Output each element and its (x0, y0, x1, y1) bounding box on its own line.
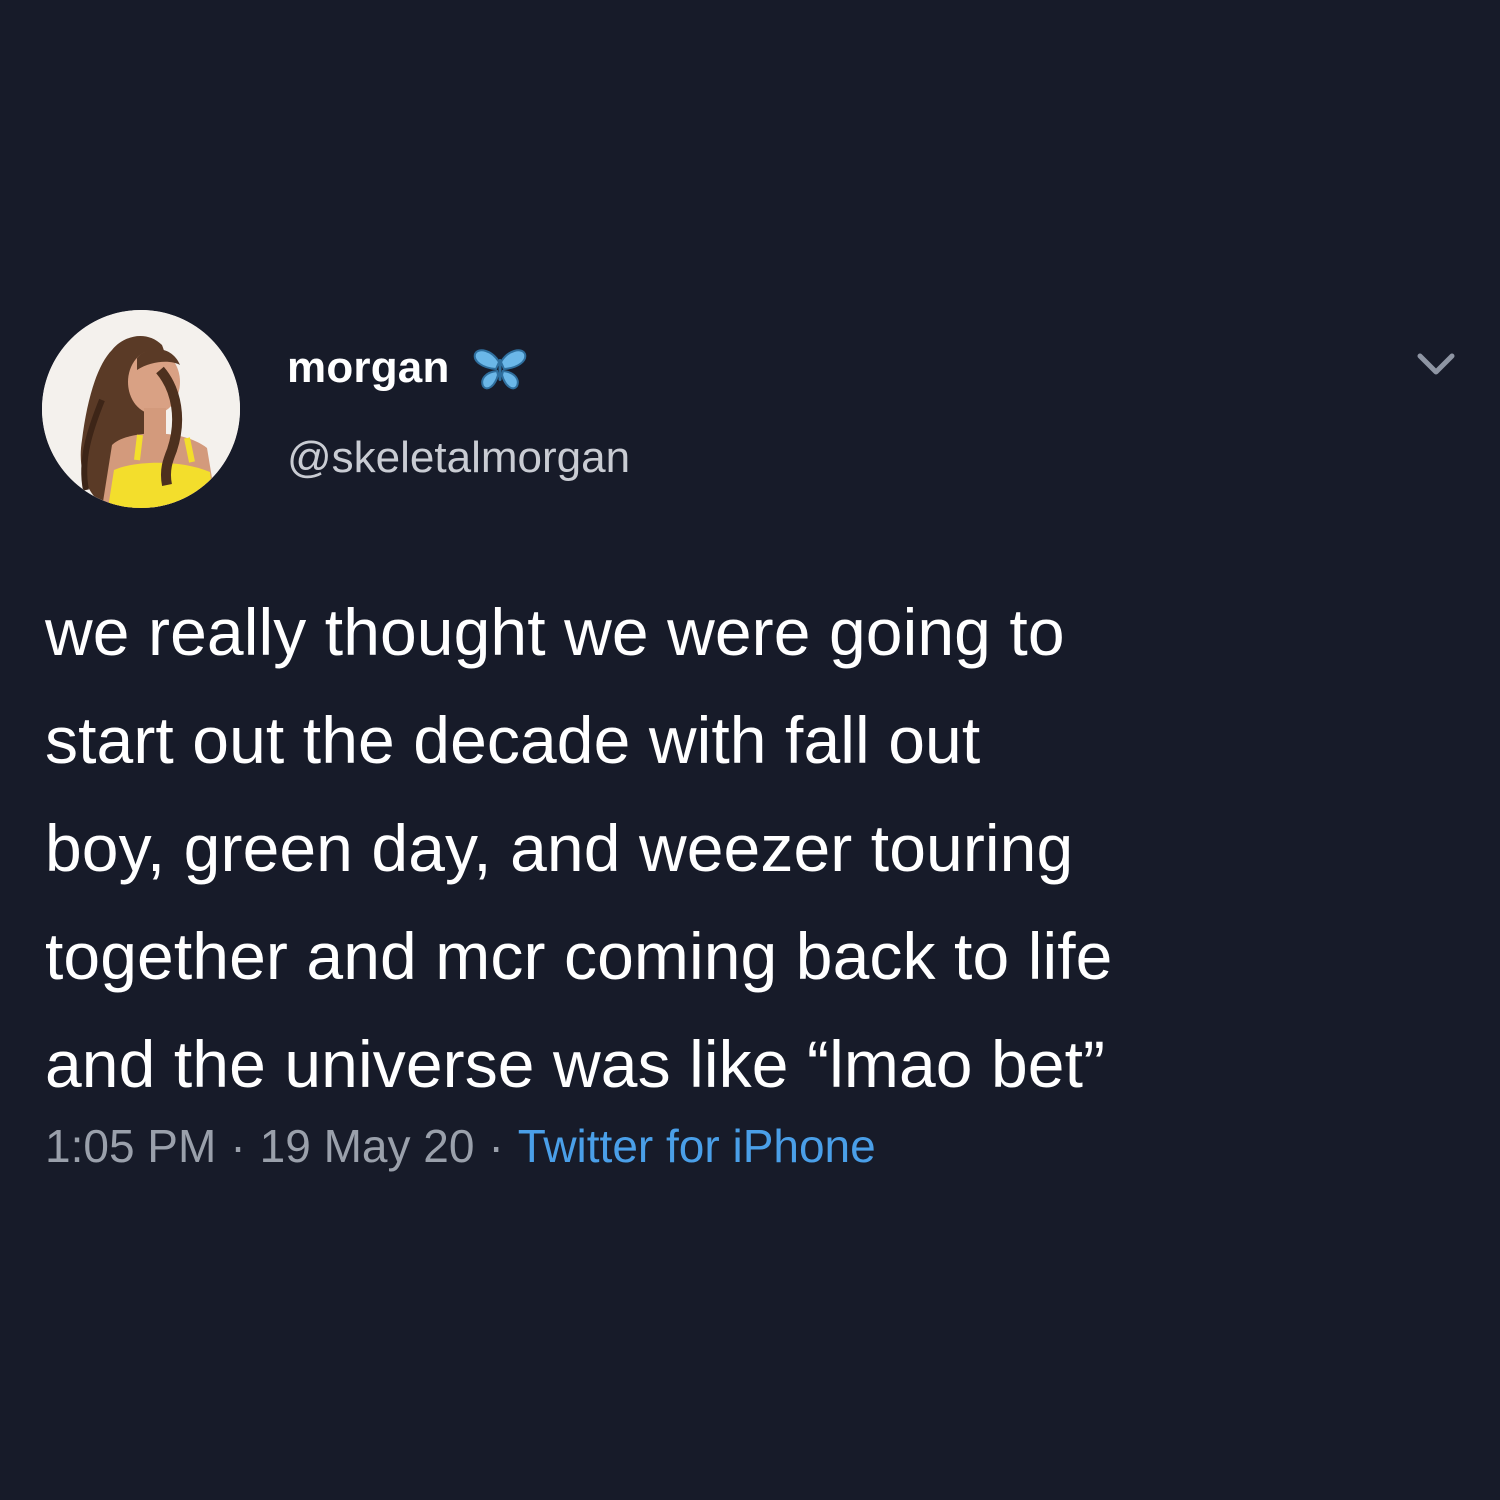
butterfly-icon (472, 348, 528, 392)
tweet-text-line: together and mcr coming back to life (45, 919, 1113, 993)
display-name-row: morgan (287, 338, 528, 398)
tweet-text-line: we really thought we were going to (45, 595, 1065, 669)
tweet-date[interactable]: 19 May 20 (260, 1120, 475, 1172)
tweet-text-line: and the universe was like “lmao bet” (45, 1027, 1106, 1101)
avatar[interactable] (42, 310, 240, 508)
display-name[interactable]: morgan (287, 343, 450, 393)
tweet-text-line: boy, green day, and weezer touring (45, 811, 1074, 885)
tweet-text: we really thought we were going to start… (45, 578, 1465, 1118)
tweet-card: morgan @skeletalmorgan we really thought… (0, 0, 1500, 1500)
meta-separator: · (230, 1120, 246, 1172)
avatar-image (42, 310, 240, 508)
chevron-down-icon[interactable] (1412, 350, 1460, 380)
tweet-meta: 1:05 PM · 19 May 20 · Twitter for iPhone (45, 1116, 876, 1176)
meta-separator: · (488, 1120, 504, 1172)
tweet-text-line: start out the decade with fall out (45, 703, 981, 777)
user-handle[interactable]: @skeletalmorgan (287, 430, 630, 486)
tweet-source-link[interactable]: Twitter for iPhone (518, 1120, 876, 1172)
tweet-time[interactable]: 1:05 PM (45, 1120, 216, 1172)
